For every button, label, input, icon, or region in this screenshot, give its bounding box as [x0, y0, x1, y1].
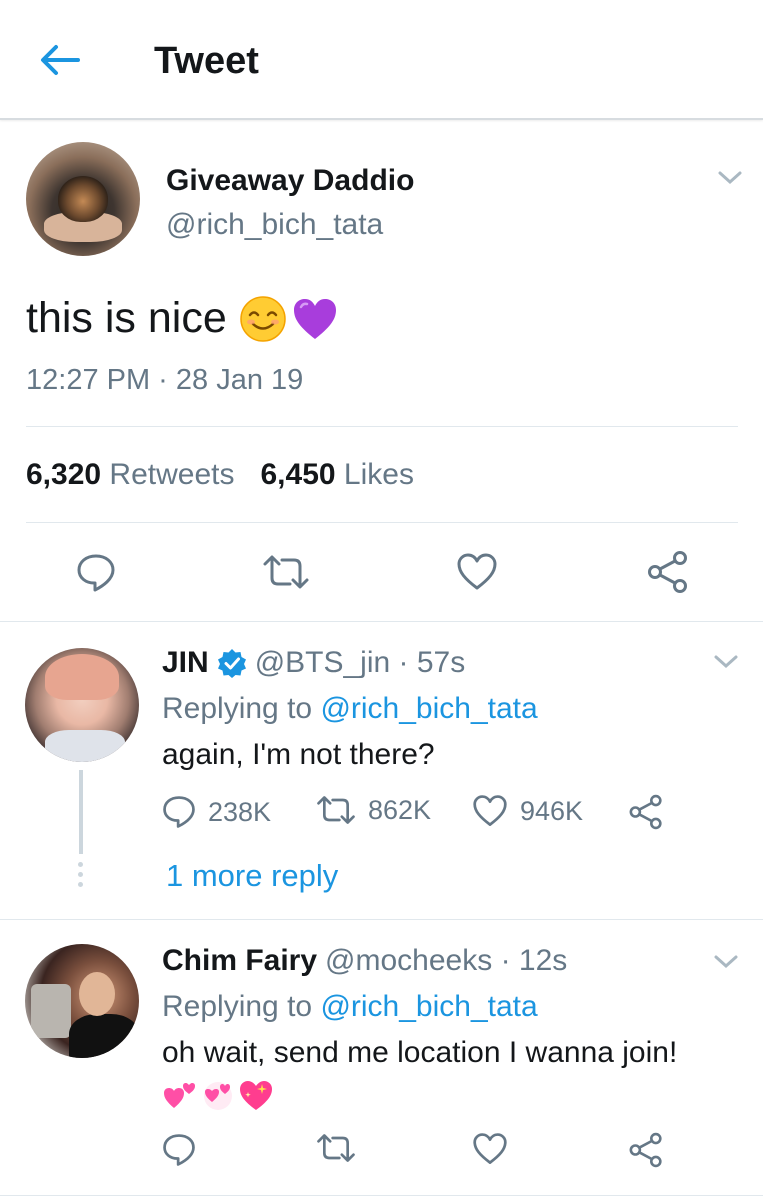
reply-text: again, I'm not there? — [162, 738, 435, 771]
reply-button[interactable] — [162, 1132, 196, 1168]
reply-avatar[interactable] — [25, 944, 139, 1058]
reply-button[interactable]: 238K — [162, 794, 271, 830]
divider — [26, 426, 738, 427]
replying-to-prefix: Replying to — [162, 692, 313, 725]
replying-to-link[interactable]: @rich_bich_tata — [320, 990, 537, 1023]
share-button[interactable] — [628, 1132, 664, 1168]
reply-tweet[interactable]: JIN @BTS_jin · 57s Replying to @rich_bic… — [0, 622, 763, 920]
retweets-label: Retweets — [109, 458, 235, 491]
sparkling-heart-icon — [240, 1081, 272, 1110]
reply-icon — [163, 1134, 195, 1166]
like-button[interactable] — [472, 1132, 508, 1166]
share-icon — [629, 1132, 662, 1168]
thread-dots — [78, 862, 84, 892]
reply-handle-time: @BTS_jin · 57s — [254, 646, 466, 679]
author-handle[interactable]: @rich_bich_tata — [166, 208, 383, 242]
retweet-count: 862K — [368, 794, 432, 825]
retweets-stat[interactable]: 6,320 Retweets — [26, 458, 234, 492]
retweet-icon — [263, 555, 309, 589]
likes-label: Likes — [343, 458, 414, 491]
divider — [26, 522, 738, 523]
replying-to: Replying to @rich_bich_tata — [162, 692, 538, 726]
heart-outline-icon — [473, 1133, 507, 1164]
replying-to: Replying to @rich_bich_tata — [162, 990, 538, 1024]
more-replies-link[interactable]: 1 more reply — [166, 858, 338, 894]
retweet-button[interactable]: 862K — [316, 794, 431, 826]
engagement-stats: 6,320 Retweets 6,450 Likes — [26, 458, 414, 492]
retweet-icon — [317, 1134, 355, 1162]
reply-tweet[interactable]: Chim Fairy @mocheeks · 12s Replying to @… — [0, 920, 763, 1196]
tweet-timestamp: 12:27 PM · 28 Jan 19 — [26, 364, 304, 396]
reply-actions: 238K 862K 946K — [162, 794, 722, 834]
top-app-bar: Tweet — [0, 0, 763, 120]
like-count: 946K — [520, 795, 584, 826]
reply-display-name[interactable]: Chim Fairy — [162, 944, 317, 978]
retweet-button[interactable] — [262, 554, 310, 595]
reply-options-button[interactable] — [712, 952, 740, 972]
heart-outline-icon — [473, 795, 507, 826]
replying-to-prefix: Replying to — [162, 990, 313, 1023]
reply-options-button[interactable] — [712, 652, 740, 672]
reply-count: 238K — [208, 796, 272, 827]
arrow-left-icon — [41, 45, 80, 75]
reply-button[interactable] — [76, 552, 116, 599]
heart-outline-icon — [457, 553, 497, 590]
share-icon — [648, 551, 687, 593]
reply-handle-time: @mocheeks · 12s — [325, 944, 568, 977]
chevron-down-icon — [714, 655, 738, 669]
share-button[interactable] — [628, 794, 664, 830]
retweets-count: 6,320 — [26, 458, 102, 491]
tweet-text-content: this is nice — [26, 294, 227, 342]
tweet-options-button[interactable] — [716, 168, 744, 188]
thread-line — [79, 770, 83, 854]
verified-badge-icon — [217, 649, 246, 678]
reply-display-name[interactable]: JIN — [162, 646, 209, 680]
author-display-name[interactable]: Giveaway Daddio — [166, 164, 414, 198]
page-title: Tweet — [154, 40, 259, 82]
back-button[interactable] — [38, 40, 82, 80]
reply-emojis — [162, 1078, 274, 1112]
tweet-actions — [0, 550, 763, 596]
likes-count: 6,450 — [260, 458, 336, 491]
replying-to-link[interactable]: @rich_bich_tata — [320, 692, 537, 725]
revolving-hearts-icon — [204, 1082, 232, 1110]
tweet-text: this is nice — [26, 294, 339, 343]
author-avatar[interactable] — [26, 142, 140, 256]
reply-avatar[interactable] — [25, 648, 139, 762]
purple-heart-icon — [293, 298, 336, 339]
chevron-down-icon — [714, 955, 738, 969]
share-icon — [629, 794, 662, 830]
two-hearts-icon — [164, 1083, 195, 1108]
reply-header: Chim Fairy @mocheeks · 12s — [162, 944, 567, 978]
reply-icon — [77, 554, 115, 592]
reply-text: oh wait, send me location I wanna join! — [162, 1036, 678, 1069]
likes-stat[interactable]: 6,450 Likes — [260, 458, 413, 492]
retweet-icon — [317, 796, 355, 824]
share-button[interactable] — [646, 550, 690, 599]
smiling-face-icon — [240, 295, 286, 342]
reply-actions — [162, 1132, 722, 1172]
main-tweet: Giveaway Daddio @rich_bich_tata this is … — [0, 122, 763, 622]
reply-header: JIN @BTS_jin · 57s — [162, 646, 465, 680]
retweet-button[interactable] — [316, 1132, 356, 1164]
like-button[interactable]: 946K — [472, 794, 583, 828]
like-button[interactable] — [456, 552, 498, 597]
chevron-down-icon — [718, 171, 742, 185]
reply-icon — [163, 796, 195, 828]
